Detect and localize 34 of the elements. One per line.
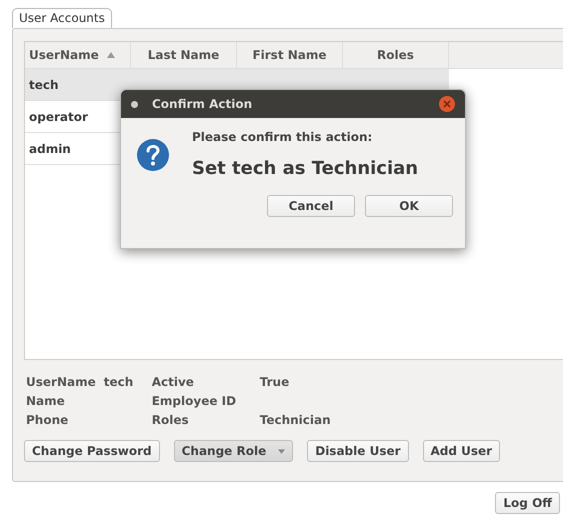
field-label: Phone bbox=[26, 412, 70, 428]
table-cell: operator bbox=[29, 110, 88, 124]
dialog-prompt: Please confirm this action: bbox=[192, 130, 374, 144]
column-label: First Name bbox=[252, 48, 327, 62]
column-header[interactable]: UserName bbox=[25, 42, 131, 68]
dialog-button[interactable]: Cancel bbox=[267, 195, 355, 217]
column-label: Last Name bbox=[148, 48, 220, 62]
dialog-button[interactable]: OK bbox=[365, 195, 453, 217]
column-header[interactable]: Last Name bbox=[131, 42, 237, 68]
action-button[interactable]: Add User bbox=[422, 440, 500, 462]
log-off-button[interactable]: Log Off bbox=[495, 492, 560, 514]
column-label: UserName bbox=[29, 48, 99, 62]
action-button[interactable]: Disable User bbox=[307, 440, 409, 462]
dialog-message: Set tech as Technician bbox=[192, 158, 418, 179]
column-header[interactable]: Roles bbox=[343, 42, 449, 68]
field-label: Employee ID bbox=[152, 393, 238, 409]
dropdown-button[interactable]: Change Role bbox=[174, 440, 294, 462]
column-label: Roles bbox=[377, 48, 414, 62]
table-cell: admin bbox=[29, 142, 71, 156]
field-value: Technician bbox=[260, 413, 331, 427]
close-icon[interactable] bbox=[439, 96, 455, 112]
field-label: Roles bbox=[152, 412, 190, 428]
action-button[interactable]: Change Password bbox=[24, 440, 160, 462]
tab[interactable]: User Accounts bbox=[12, 8, 112, 28]
field-value: True bbox=[260, 375, 290, 389]
field-label: Name bbox=[26, 393, 66, 409]
window-menu-icon[interactable] bbox=[131, 100, 138, 108]
field-label: UserName bbox=[26, 374, 96, 390]
question-icon bbox=[136, 138, 170, 172]
field-value: tech bbox=[104, 375, 134, 389]
field-label: Active bbox=[152, 374, 195, 390]
table-cell: tech bbox=[29, 78, 59, 92]
caret-icon bbox=[278, 448, 286, 454]
column-header[interactable]: First Name bbox=[237, 42, 343, 68]
